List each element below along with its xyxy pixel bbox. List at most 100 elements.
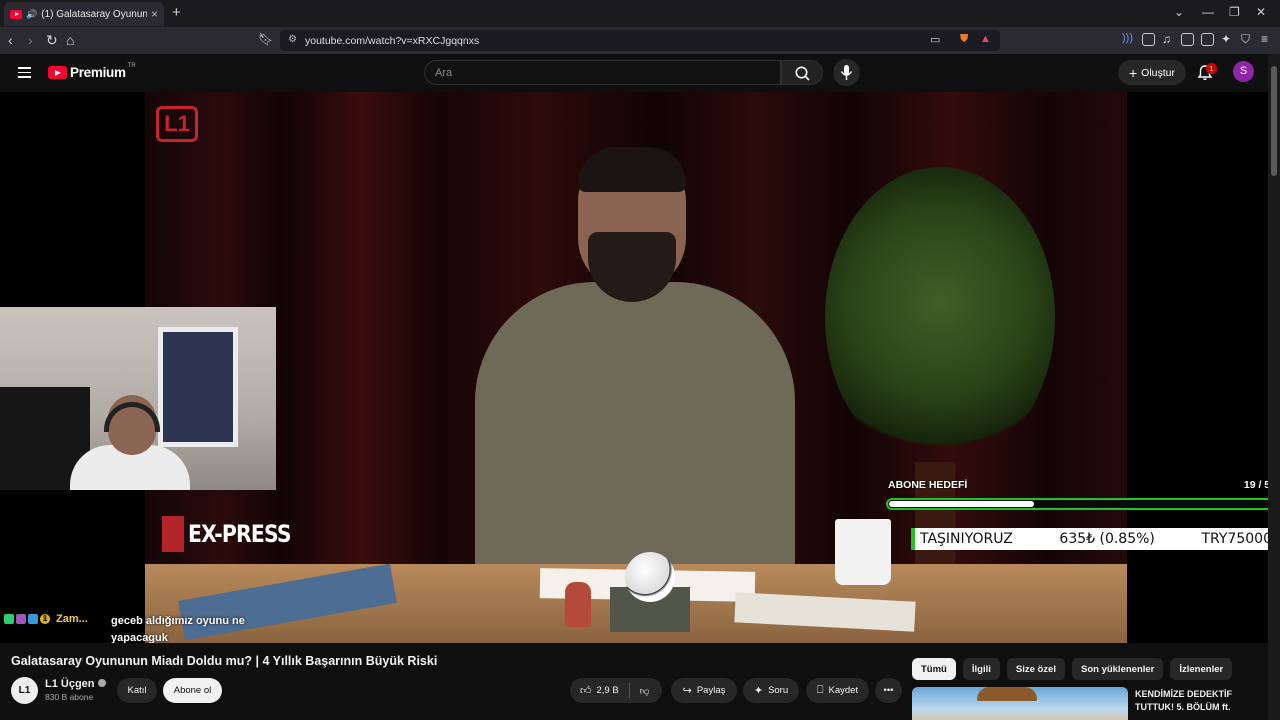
- new-tab-icon[interactable]: +: [172, 4, 181, 21]
- more-actions-button[interactable]: •••: [875, 678, 902, 703]
- subscriber-goal: ABONE HEDEFİ 19 / 50: [886, 479, 1268, 510]
- related-filter-chips: Tümü İlgili Size özel Son yüklenenler İz…: [912, 658, 1233, 680]
- streamer-webcam-overlay: [0, 307, 276, 490]
- ticker-amount: 635₺ (0.85%): [1059, 531, 1155, 547]
- speaker-icon[interactable]: 🔊: [26, 9, 37, 20]
- lower-third-logo: EX-PRESS: [162, 516, 309, 552]
- voice-search-button[interactable]: [833, 59, 860, 86]
- goal-progress-fill: [889, 501, 1035, 507]
- join-button[interactable]: Katıl: [117, 678, 157, 703]
- like-count[interactable]: 2,9 B: [597, 685, 619, 696]
- chat-emote-icon: [16, 614, 26, 625]
- related-video-title[interactable]: KENDİMİZE DEDEKTİF TUTTUK! 5. BÖLÜM ft.: [1135, 688, 1265, 714]
- create-button[interactable]: + Oluştur: [1118, 60, 1186, 85]
- webcam-window: [158, 327, 238, 447]
- minimize-icon[interactable]: —: [1202, 5, 1214, 19]
- related-video-thumbnail[interactable]: [912, 687, 1128, 720]
- youtube-favicon-icon: [10, 9, 22, 19]
- leo-ai-icon[interactable]: ✦: [1221, 32, 1231, 46]
- wallet-panel-icon[interactable]: [1201, 33, 1214, 46]
- chat-badge-icon: [28, 614, 38, 625]
- browser-tab[interactable]: 🔊 (1) Galatasaray Oyununun Mi... ×: [4, 2, 164, 26]
- video-player[interactable]: L1 EX-PRESS 1 Zam... geceb aldığımız oyun…: [0, 92, 1268, 643]
- search-input[interactable]: [425, 61, 780, 84]
- chip-watched[interactable]: İzlenenler: [1170, 658, 1233, 680]
- sparkle-icon: ✦: [753, 685, 764, 697]
- notification-badge: 1: [1206, 63, 1217, 74]
- scrollbar-thumb[interactable]: [1271, 66, 1277, 176]
- cast-icon[interactable]: ▭: [930, 33, 940, 46]
- chat-badge-icon: [4, 614, 14, 625]
- goal-count: 19 / 50: [1243, 479, 1268, 491]
- brave-shield-icon[interactable]: ⛊: [960, 33, 968, 46]
- like-icon[interactable]: 👍︎: [580, 684, 592, 697]
- address-bar[interactable]: ⚙︎ youtube.com/watch?v=xRXCJgqqnxs ▭ ⛊ ▲: [280, 30, 1000, 51]
- ticker-label: TAŞINIYORUZ: [920, 531, 1013, 547]
- mug: [835, 519, 891, 585]
- chip-for-you[interactable]: Size özel: [1006, 658, 1065, 680]
- media-icon[interactable]: ♫: [1162, 32, 1171, 46]
- ticker-target: TRY75000: [1201, 531, 1269, 547]
- search-box: [424, 60, 781, 85]
- plus-icon: +: [1128, 64, 1138, 81]
- presenter-hair: [578, 147, 686, 192]
- share-icon: ↪: [682, 685, 692, 697]
- reload-icon[interactable]: ↻: [46, 32, 58, 49]
- vpn-icon[interactable]: ⛉: [1241, 32, 1250, 47]
- lower-third-bar: [162, 516, 184, 552]
- share-button[interactable]: ↪ Paylaş: [671, 678, 737, 703]
- guide-menu-icon[interactable]: [18, 67, 31, 78]
- channel-watermark-logo: L1: [156, 106, 198, 142]
- page-bottom-strip: [0, 712, 905, 720]
- presenter-body: [475, 282, 795, 572]
- tab-list-icon[interactable]: ⌄: [1174, 5, 1184, 19]
- close-window-icon[interactable]: ✕: [1256, 5, 1266, 19]
- search-icon: [795, 66, 810, 81]
- forward-icon[interactable]: ›: [28, 32, 33, 48]
- more-icon: •••: [883, 685, 894, 696]
- rewards-icon[interactable]: ▲: [980, 33, 991, 45]
- site-info-icon[interactable]: ⚙︎: [288, 34, 297, 45]
- account-avatar[interactable]: S: [1233, 61, 1254, 82]
- youtube-premium-logo[interactable]: Premium TR: [48, 63, 136, 80]
- wallet-icon[interactable]: ))): [1122, 32, 1133, 44]
- channel-name[interactable]: L1 Üçgen: [45, 678, 106, 690]
- sidebar-icon[interactable]: [1181, 33, 1194, 46]
- close-tab-icon[interactable]: ×: [151, 7, 158, 21]
- extensions-icon[interactable]: [1142, 33, 1155, 46]
- chip-related[interactable]: İlgili: [962, 658, 1000, 680]
- home-icon[interactable]: ⌂: [66, 32, 74, 48]
- save-button[interactable]: ⎕ Kaydet: [806, 678, 869, 703]
- channel-avatar[interactable]: L1: [11, 677, 38, 704]
- like-dislike-group: 👍︎ 2,9 B 👎︎: [570, 678, 662, 703]
- browser-toolbar: ‹ › ↻ ⌂ 🔖︎ ⚙︎ youtube.com/watch?v=xRXCJg…: [0, 27, 1280, 54]
- subscriber-count: 830 B abone: [45, 692, 94, 702]
- back-icon[interactable]: ‹: [8, 32, 13, 48]
- goal-label: ABONE HEDEFİ: [888, 479, 968, 491]
- dislike-icon[interactable]: 👎︎: [640, 685, 650, 697]
- donation-ticker: TAŞINIYORUZ 635₺ (0.85%) TRY75000: [911, 528, 1268, 550]
- microphone-icon: [840, 65, 853, 80]
- search-button[interactable]: [781, 60, 823, 85]
- chat-badge-count: 1: [40, 614, 50, 625]
- subscribe-button[interactable]: Abone ol: [163, 678, 222, 703]
- chat-message: geceb aldığımız oyunu ne yapacaguk: [111, 615, 245, 643]
- menu-icon[interactable]: ≡: [1261, 32, 1268, 46]
- verified-icon: [97, 679, 106, 687]
- youtube-masthead: Premium TR + Oluştur 1 S: [0, 54, 1268, 92]
- tab-title: (1) Galatasaray Oyununun Mi...: [41, 8, 147, 20]
- bookmark-icon[interactable]: 🔖︎: [258, 32, 273, 46]
- chip-recently-uploaded[interactable]: Son yüklenenler: [1071, 658, 1164, 680]
- video-frame: [145, 92, 1127, 643]
- goal-progress-bar: [886, 498, 1268, 510]
- maximize-icon[interactable]: ❐: [1229, 5, 1240, 19]
- browser-tabbar: 🔊 (1) Galatasaray Oyununun Mi... × + ⌄ —…: [0, 0, 1280, 27]
- page-scrollbar[interactable]: [1268, 54, 1280, 720]
- url-text: youtube.com/watch?v=xRXCJgqqnxs: [305, 35, 480, 47]
- chat-line: 1 Zam...: [4, 613, 88, 625]
- plant-decoration: [825, 167, 1055, 467]
- chip-all[interactable]: Tümü: [912, 658, 956, 680]
- thumbnail-hat: [977, 687, 1037, 701]
- divider: [628, 683, 630, 698]
- ask-button[interactable]: ✦ Soru: [743, 678, 799, 703]
